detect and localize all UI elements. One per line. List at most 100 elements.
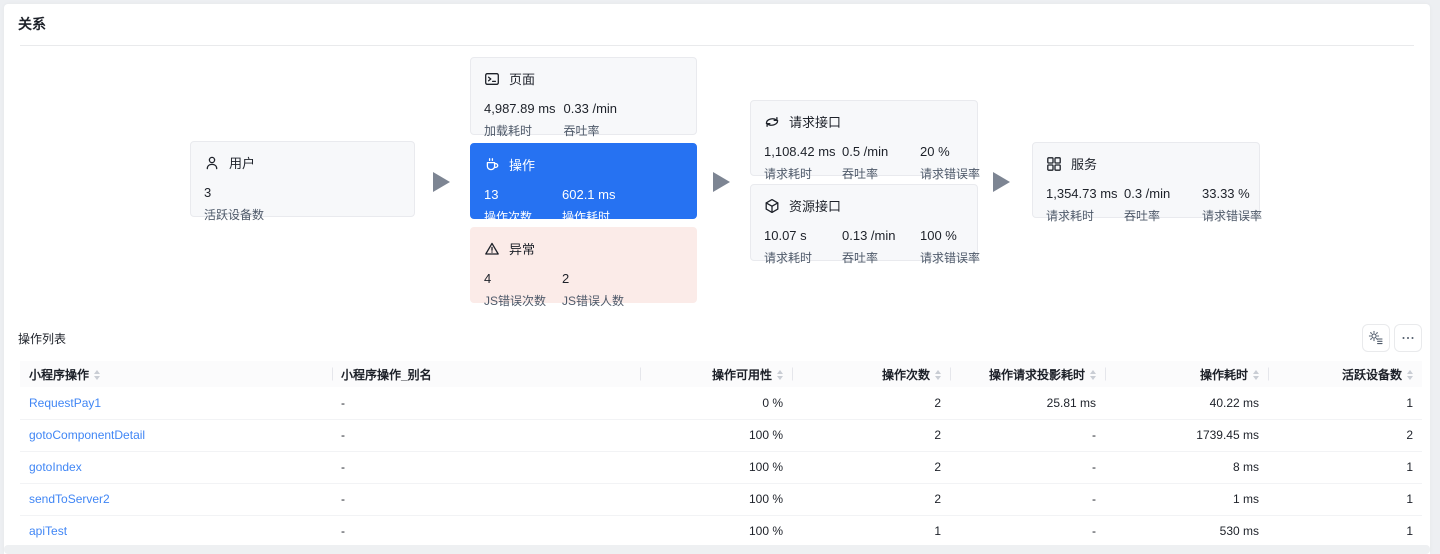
panel-title: 关系 bbox=[18, 16, 46, 32]
table-cell: 0 % bbox=[640, 387, 792, 420]
metric: 13 操作次数 bbox=[484, 187, 554, 225]
metric-value: 10.07 s bbox=[764, 228, 807, 243]
table-cell: 2 bbox=[792, 483, 950, 516]
node-resource-api[interactable]: 资源接口 10.07 s 请求耗时 0.13 /min 吞吐率 100 % 请求错误率 bbox=[750, 184, 980, 265]
metric-label: 活跃设备数 bbox=[204, 208, 265, 222]
column-header-小程序操作[interactable]: 小程序操作 bbox=[20, 361, 332, 387]
node-metrics: 4,987.89 ms 加载耗时 0.33 /min 吞吐率 bbox=[484, 101, 683, 139]
table-cell: 1 bbox=[792, 515, 950, 548]
metric-value: 0.13 /min bbox=[842, 228, 896, 243]
table-cell: - bbox=[332, 483, 640, 516]
metric: 0.13 /min 吞吐率 bbox=[842, 228, 912, 266]
table-cell: - bbox=[332, 451, 640, 484]
cube-icon bbox=[765, 198, 779, 213]
table-cell: 100 % bbox=[640, 515, 792, 548]
node-exception[interactable]: 异常 4 JS错误次数 2 JS错误人数 bbox=[470, 227, 697, 308]
grid-icon bbox=[1047, 156, 1061, 171]
metric-value: 3 bbox=[204, 185, 212, 200]
metric-value: 0.3 /min bbox=[1124, 186, 1171, 201]
more-actions-button[interactable] bbox=[1394, 324, 1422, 352]
table-row: RequestPay1 -0 % 2 25.81 ms 40.22 ms 1 bbox=[20, 387, 1422, 420]
metric-label: 吞吐率 bbox=[842, 251, 879, 265]
metric: 1,354.73 ms 请求耗时 bbox=[1046, 186, 1118, 224]
metric-value: 2 bbox=[562, 271, 570, 286]
cup-icon bbox=[486, 157, 499, 170]
metric-label: JS错误次数 bbox=[484, 294, 547, 308]
node-user-header: 用户 bbox=[204, 153, 401, 172]
sort-icon bbox=[1407, 370, 1413, 381]
table-cell: 2 bbox=[792, 451, 950, 484]
table-cell: - bbox=[332, 515, 640, 548]
node-page-header: 页面 bbox=[484, 69, 683, 88]
node-metrics: 1,108.42 ms 请求耗时 0.5 /min 吞吐率 20 % 请求错误率 bbox=[764, 144, 980, 182]
metric: 4,987.89 ms 加载耗时 bbox=[484, 101, 556, 139]
node-title: 请求接口 bbox=[789, 115, 842, 130]
table-header-bar: 操作列表 bbox=[18, 324, 1422, 352]
operation-link[interactable]: sendToServer2 bbox=[29, 492, 110, 506]
column-header-操作耗时[interactable]: 操作耗时 bbox=[1105, 361, 1268, 387]
sort-icon bbox=[1090, 370, 1096, 381]
node-request-api[interactable]: 请求接口 1,108.42 ms 请求耗时 0.5 /min 吞吐率 20 % 请求错误率 bbox=[750, 100, 980, 181]
node-metrics: 13 操作次数 602.1 ms 操作耗时 bbox=[484, 187, 683, 225]
metric-label: 吞吐率 bbox=[1124, 209, 1161, 223]
metric-label: 吞吐率 bbox=[842, 167, 879, 181]
node-metrics: 1,354.73 ms 请求耗时 0.3 /min 吞吐率 33.33 % 请求错误率 bbox=[1046, 186, 1262, 224]
table-cell: 40.22 ms bbox=[1105, 387, 1268, 420]
table-header-row: 小程序操作 小程序操作_别名 操作可用性 操作次数 操作请求投影耗时 操作耗时 活跃设备数 bbox=[20, 361, 1422, 387]
table-cell: - bbox=[332, 387, 640, 420]
node-operation[interactable]: 操作 13 操作次数 602.1 ms 操作耗时 bbox=[470, 143, 697, 224]
node-title: 用户 bbox=[229, 156, 256, 171]
horizontal-scrollbar[interactable] bbox=[4, 545, 1430, 554]
metric-label: 请求耗时 bbox=[1046, 209, 1095, 223]
column-label: 操作请求投影耗时 bbox=[988, 367, 1085, 382]
flow-arrow-icon bbox=[433, 172, 450, 192]
column-header-操作请求投影耗时[interactable]: 操作请求投影耗时 bbox=[950, 361, 1105, 387]
table-cell: gotoComponentDetail bbox=[20, 419, 332, 452]
metric: 20 % 请求错误率 bbox=[920, 144, 990, 182]
node-operation-header: 操作 bbox=[484, 155, 683, 174]
column-header-操作次数[interactable]: 操作次数 bbox=[792, 361, 950, 387]
sort-icon bbox=[935, 370, 941, 381]
table-cell: 2 bbox=[792, 419, 950, 452]
table-row: gotoComponentDetail -100 % 2-1739.45 ms 2 bbox=[20, 419, 1422, 452]
warning-icon bbox=[485, 242, 499, 255]
metric-value: 13 bbox=[484, 187, 499, 202]
table-cell: - bbox=[950, 515, 1105, 548]
table-cell: 2 bbox=[792, 387, 950, 420]
table-cell: 530 ms bbox=[1105, 515, 1268, 548]
metric-label: 请求错误率 bbox=[920, 251, 981, 265]
node-exception-header: 异常 bbox=[484, 239, 683, 258]
metric: 10.07 s 请求耗时 bbox=[764, 228, 834, 266]
relation-panel: 关系 用户 3 活跃设备数 页面 4,987.89 ms 加载耗时 0.33 /… bbox=[4, 4, 1430, 554]
table-cell: RequestPay1 bbox=[20, 387, 332, 420]
metric: 602.1 ms 操作耗时 bbox=[562, 187, 632, 225]
column-header-操作可用性[interactable]: 操作可用性 bbox=[640, 361, 792, 387]
metric: 0.5 /min 吞吐率 bbox=[842, 144, 912, 182]
column-label: 活跃设备数 bbox=[1341, 367, 1402, 382]
table-cell: 100 % bbox=[640, 419, 792, 452]
node-user[interactable]: 用户 3 活跃设备数 bbox=[190, 141, 415, 222]
table-cell: apiTest bbox=[20, 515, 332, 548]
operation-link[interactable]: gotoIndex bbox=[29, 460, 82, 474]
operation-link[interactable]: gotoComponentDetail bbox=[29, 428, 145, 442]
column-label: 操作耗时 bbox=[1199, 367, 1248, 382]
metric: 33.33 % 请求错误率 bbox=[1202, 186, 1272, 224]
table-cell: - bbox=[950, 483, 1105, 516]
node-title: 操作 bbox=[509, 158, 536, 173]
table-cell: - bbox=[950, 451, 1105, 484]
column-settings-button[interactable] bbox=[1362, 324, 1390, 352]
column-label: 操作可用性 bbox=[711, 367, 772, 382]
node-service[interactable]: 服务 1,354.73 ms 请求耗时 0.3 /min 吞吐率 33.33 % 请求错误… bbox=[1032, 142, 1262, 223]
operation-link[interactable]: RequestPay1 bbox=[29, 396, 101, 410]
column-header-活跃设备数[interactable]: 活跃设备数 bbox=[1268, 361, 1422, 387]
terminal-icon bbox=[485, 72, 499, 85]
metric: 100 % 请求错误率 bbox=[920, 228, 990, 266]
metric: 0.33 /min 吞吐率 bbox=[564, 101, 634, 139]
panel-header: 关系 bbox=[4, 4, 1430, 45]
node-metrics: 4 JS错误次数 2 JS错误人数 bbox=[484, 271, 683, 309]
node-page[interactable]: 页面 4,987.89 ms 加载耗时 0.33 /min 吞吐率 bbox=[470, 57, 697, 138]
table-cell: - bbox=[332, 419, 640, 452]
operation-link[interactable]: apiTest bbox=[29, 524, 67, 538]
metric: 3 活跃设备数 bbox=[204, 185, 274, 223]
node-metrics: 3 活跃设备数 bbox=[204, 185, 401, 223]
